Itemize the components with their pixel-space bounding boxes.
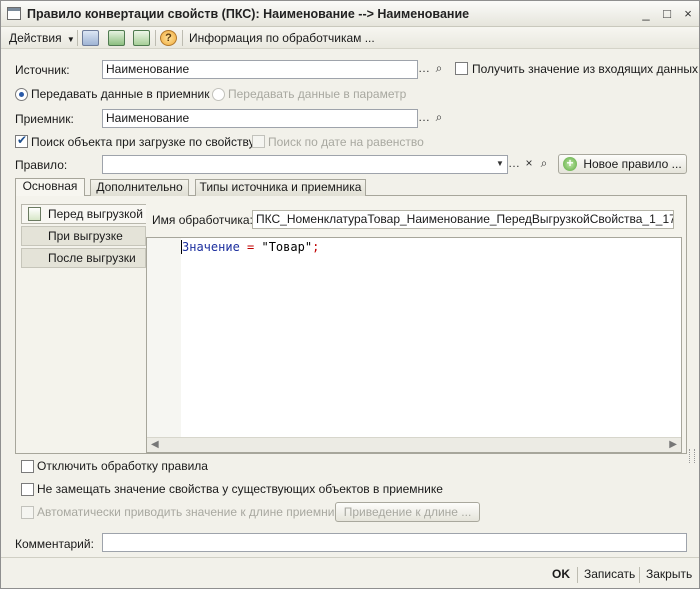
search-icon[interactable]: ⌕: [536, 155, 552, 174]
maximize-button[interactable]: □: [658, 5, 676, 23]
code-line: Значение = "Товар";: [181, 240, 319, 254]
actions-menu-label: Действия: [9, 31, 62, 45]
close-window-button[interactable]: ×: [679, 5, 697, 23]
tab-additional[interactable]: Дополнительно: [90, 179, 189, 196]
handler-name-field[interactable]: ПКС_НоменклатураТовар_Наименование_Перед…: [252, 210, 674, 229]
title-bar: Правило конвертации свойств (ПКС): Наиме…: [1, 1, 699, 27]
code-end: ;: [312, 240, 320, 254]
tab-types[interactable]: Типы источника и приемника: [195, 179, 366, 196]
code-variable: Значение: [181, 240, 240, 254]
handler-tab-label: Перед выгрузкой: [48, 207, 143, 221]
rule-field[interactable]: [102, 155, 508, 174]
search-by-date-label: Поиск по дате на равенство: [268, 135, 424, 149]
auto-length-button: Приведение к длине ...: [335, 502, 480, 522]
horizontal-scrollbar[interactable]: ◀ ▶: [147, 437, 681, 452]
info-handlers-button[interactable]: Информация по обработчикам ...: [189, 30, 375, 46]
code-editor[interactable]: Значение = "Товар"; ◀ ▶: [146, 237, 682, 453]
pass-to-receiver-radio[interactable]: [15, 88, 28, 101]
receiver-label: Приемник:: [15, 112, 74, 126]
clear-icon[interactable]: ×: [521, 155, 537, 174]
receiver-select-button[interactable]: …: [416, 109, 432, 128]
scroll-left-icon[interactable]: ◀: [151, 438, 159, 452]
new-rule-button[interactable]: + Новое правило ...: [558, 154, 687, 174]
window-icon: [7, 7, 21, 20]
handler-tab-after-export[interactable]: После выгрузки: [21, 248, 146, 268]
comment-label: Комментарий:: [15, 537, 94, 551]
add-icon: +: [563, 157, 577, 171]
toolbar-separator: [182, 30, 183, 46]
search-icon[interactable]: ⌕: [431, 109, 447, 128]
disable-rule-label: Отключить обработку правила: [37, 459, 208, 473]
pass-to-param-radio: [212, 88, 225, 101]
window-title: Правило конвертации свойств (ПКС): Наиме…: [27, 7, 470, 21]
rule-select-button[interactable]: …: [506, 155, 522, 174]
footer-separator: [577, 567, 578, 583]
handler-tab-on-export[interactable]: При выгрузке: [21, 226, 146, 246]
edit-icon: [28, 207, 41, 221]
search-on-load-checkbox[interactable]: [15, 133, 28, 148]
auto-length-checkbox: [21, 506, 34, 519]
pass-to-param-label: Передавать данные в параметр: [228, 87, 407, 101]
list-icon[interactable]: [82, 30, 99, 46]
search-on-load-label: Поиск объекта при загрузке по свойству: [31, 135, 255, 149]
pass-to-receiver-label: Передавать данные в приемник: [31, 87, 210, 101]
footer-separator: [639, 567, 640, 583]
save-button[interactable]: Записать: [584, 566, 635, 582]
get-from-incoming-checkbox[interactable]: [455, 62, 468, 75]
handler-tab-before-export[interactable]: Перед выгрузкой: [21, 204, 146, 224]
auto-length-label: Автоматически приводить значение к длине…: [37, 505, 347, 519]
no-replace-checkbox[interactable]: [21, 483, 34, 496]
scroll-right-icon[interactable]: ▶: [669, 438, 677, 452]
source-select-button[interactable]: …: [416, 60, 432, 79]
source-label: Источник:: [15, 63, 70, 77]
help-icon[interactable]: ?: [160, 30, 177, 46]
add-document-icon[interactable]: [133, 30, 150, 46]
toolbar-separator: [155, 30, 156, 46]
get-from-incoming-label: Получить значение из входящих данных: [472, 62, 699, 76]
toolbar: Действия ▼ ? Информация по обработчикам …: [1, 27, 699, 49]
search-icon[interactable]: ⌕: [431, 60, 447, 79]
refresh-icon[interactable]: [108, 30, 125, 46]
source-field[interactable]: Наименование: [102, 60, 418, 79]
code-operator: =: [239, 240, 262, 254]
dialog-window: Правило конвертации свойств (ПКС): Наиме…: [0, 0, 700, 589]
search-by-date-checkbox: [252, 135, 265, 148]
code-string: "Товар": [261, 240, 313, 254]
footer-divider: [1, 557, 699, 558]
no-replace-label: Не замещать значение свойства у существу…: [37, 482, 443, 496]
panel-resize-grip[interactable]: [689, 449, 695, 463]
handler-name-label: Имя обработчика:: [152, 213, 253, 227]
receiver-field[interactable]: Наименование: [102, 109, 418, 128]
comment-field[interactable]: [102, 533, 687, 552]
disable-rule-checkbox[interactable]: [21, 460, 34, 473]
chevron-down-icon: ▼: [66, 35, 75, 44]
rule-label: Правило:: [15, 158, 68, 172]
close-button[interactable]: Закрыть: [646, 566, 692, 582]
minimize-button[interactable]: _: [637, 5, 655, 23]
toolbar-separator: [77, 30, 78, 46]
editor-gutter: [147, 238, 181, 438]
tab-main[interactable]: Основная: [15, 178, 85, 196]
new-rule-label: Новое правило ...: [583, 157, 682, 171]
actions-menu[interactable]: Действия ▼: [9, 30, 75, 46]
ok-button[interactable]: OK: [552, 566, 570, 582]
